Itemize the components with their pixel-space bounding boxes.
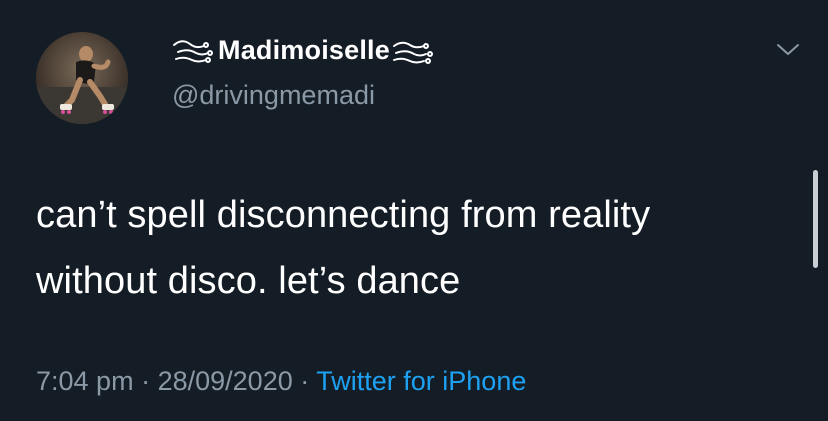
scrollbar[interactable] — [813, 170, 818, 268]
user-handle[interactable]: @drivingmemadi — [172, 80, 375, 111]
display-name[interactable]: Madimoiselle — [168, 35, 440, 66]
tweet-text-line: without disco. let’s dance — [36, 260, 461, 302]
tweet-meta: 7:04 pm · 28/09/2020 · Twitter for iPhon… — [36, 366, 526, 397]
tweet-date[interactable]: 28/09/2020 — [158, 366, 293, 396]
swirl-ornament-icon — [168, 36, 218, 66]
meta-separator: · — [141, 366, 151, 396]
swirl-ornament-icon — [390, 36, 440, 66]
avatar[interactable] — [36, 32, 128, 124]
display-name-text: Madimoiselle — [218, 35, 390, 65]
tweet-text: can’t spell disconnecting from reality w… — [36, 182, 796, 314]
avatar-photo — [36, 32, 128, 124]
tweet-card: Madimoiselle @drivingmemadi can’t spell … — [0, 0, 828, 421]
tweet-time[interactable]: 7:04 pm — [36, 366, 134, 396]
chevron-down-icon[interactable] — [774, 40, 802, 60]
tweet-text-line: can’t spell disconnecting from reality — [36, 194, 651, 236]
meta-separator: · — [300, 366, 310, 396]
tweet-source-link[interactable]: Twitter for iPhone — [316, 366, 526, 396]
